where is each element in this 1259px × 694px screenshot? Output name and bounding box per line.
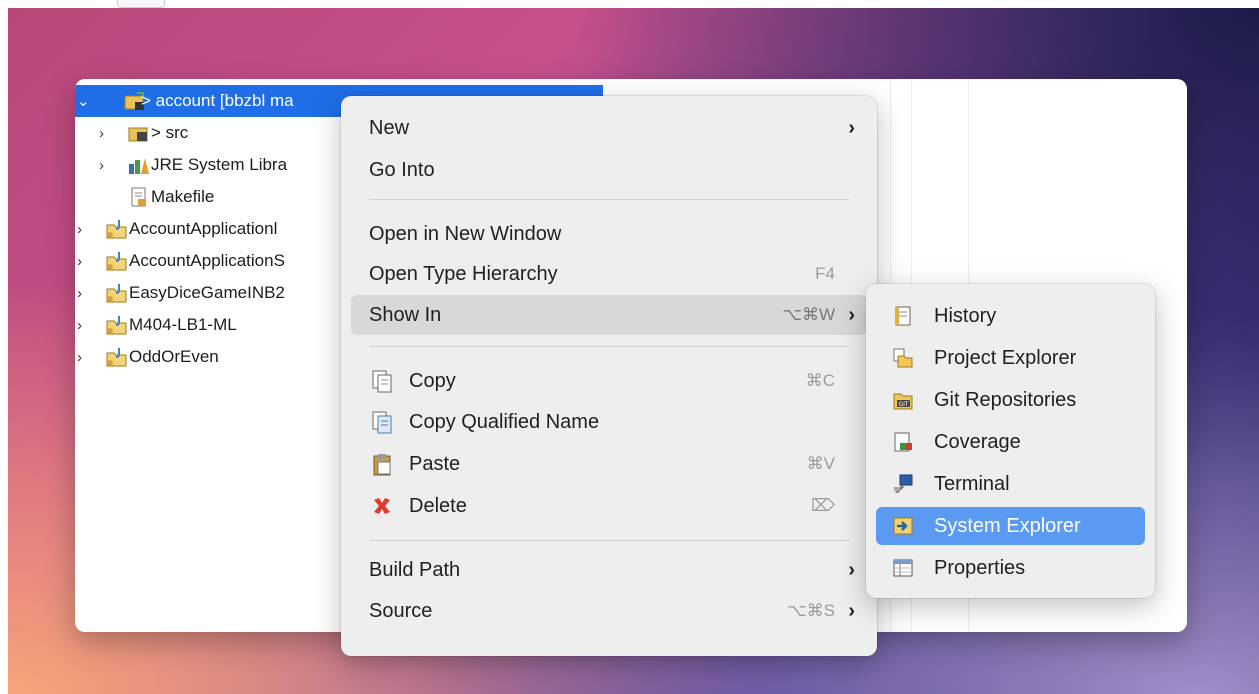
menu-item-open-type-hierarchy[interactable]: Open Type Hierarchy F4 bbox=[351, 254, 867, 294]
show-in-submenu: History Project Explorer GIT Git Reposit… bbox=[866, 284, 1155, 598]
menu-separator bbox=[369, 346, 849, 347]
menu-item-copy[interactable]: Copy ⌘C bbox=[351, 361, 867, 401]
menu-item-build-path[interactable]: Build Path › bbox=[351, 550, 867, 590]
submenu-item-label: History bbox=[934, 304, 997, 327]
menu-item-label: Delete bbox=[409, 494, 467, 517]
menu-separator bbox=[369, 540, 849, 541]
menu-separator bbox=[369, 199, 849, 200]
tree-row-label: JRE System Libra bbox=[151, 155, 288, 174]
submenu-item-coverage[interactable]: Coverage bbox=[876, 423, 1145, 461]
menu-item-label: Copy Qualified Name bbox=[409, 410, 600, 433]
top-strip bbox=[0, 0, 1259, 8]
properties-icon bbox=[890, 555, 916, 581]
menu-item-open-new-window[interactable]: Open in New Window bbox=[351, 214, 867, 254]
submenu-item-project-explorer[interactable]: Project Explorer bbox=[876, 339, 1145, 377]
tree-row-label: > src bbox=[151, 123, 189, 142]
menu-item-copy-qualified-name[interactable]: Copy Qualified Name bbox=[351, 402, 867, 442]
copy-qualified-icon bbox=[369, 409, 395, 435]
tree-row-label: EasyDiceGameINB2 bbox=[129, 283, 285, 302]
library-icon bbox=[127, 154, 151, 176]
menu-item-label: New bbox=[369, 116, 410, 139]
menu-item-delete[interactable]: Delete ⌦ bbox=[351, 486, 867, 526]
menu-item-label: Source bbox=[369, 599, 433, 622]
shortcut-label: ⌦ bbox=[810, 496, 835, 515]
terminal-icon bbox=[890, 471, 916, 497]
chevron-right-icon[interactable]: › bbox=[99, 157, 104, 174]
submenu-item-system-explorer[interactable]: System Explorer bbox=[876, 507, 1145, 545]
menu-item-show-in[interactable]: Show In ⌥⌘W › bbox=[351, 295, 867, 335]
svg-text:GIT: GIT bbox=[899, 401, 909, 408]
java-project-icon bbox=[105, 282, 129, 304]
chevron-right-icon[interactable]: › bbox=[77, 349, 82, 366]
tree-row-label: AccountApplicationS bbox=[129, 251, 285, 270]
java-project-icon bbox=[105, 218, 129, 240]
tree-row-label: OddOrEven bbox=[129, 347, 219, 366]
java-project-icon bbox=[105, 250, 129, 272]
submenu-item-label: Properties bbox=[934, 556, 1026, 579]
project-explorer-icon bbox=[890, 345, 916, 371]
tree-row-label: M404-LB1-ML bbox=[129, 315, 237, 334]
shortcut-label: F4 bbox=[815, 264, 835, 283]
delete-icon bbox=[369, 493, 395, 519]
paste-icon bbox=[369, 451, 395, 477]
chevron-right-icon: › bbox=[848, 558, 855, 581]
shortcut-label: ⌥⌘W bbox=[782, 305, 835, 324]
chevron-right-icon: › bbox=[848, 599, 855, 622]
menu-item-source[interactable]: Source ⌥⌘S › bbox=[351, 591, 867, 631]
chevron-right-icon[interactable]: › bbox=[77, 317, 82, 334]
java-project-icon bbox=[105, 346, 129, 368]
chevron-right-icon[interactable]: › bbox=[77, 221, 82, 238]
menu-item-label: Go Into bbox=[369, 158, 435, 181]
context-menu: New › Go Into Open in New Window Open Ty… bbox=[341, 96, 877, 656]
menu-item-label: Paste bbox=[409, 452, 461, 475]
menu-item-label: Build Path bbox=[369, 558, 461, 581]
submenu-item-terminal[interactable]: Terminal bbox=[876, 465, 1145, 503]
chevron-down-icon[interactable]: ⌄ bbox=[77, 92, 90, 110]
copy-icon bbox=[369, 368, 395, 394]
tree-row-label: > account [bbzbl ma bbox=[141, 91, 294, 110]
coverage-icon bbox=[890, 429, 916, 455]
menu-item-label: Copy bbox=[409, 369, 456, 392]
key-cap bbox=[117, 0, 165, 8]
submenu-item-label: Coverage bbox=[934, 430, 1021, 453]
history-icon bbox=[890, 303, 916, 329]
tree-row-label: Makefile bbox=[151, 187, 215, 206]
submenu-item-properties[interactable]: Properties bbox=[876, 549, 1145, 587]
chevron-right-icon[interactable]: › bbox=[77, 253, 82, 270]
chevron-right-icon[interactable]: › bbox=[77, 285, 82, 302]
menu-item-paste[interactable]: Paste ⌘V bbox=[351, 444, 867, 484]
system-explorer-icon bbox=[890, 513, 916, 539]
tree-row-label: AccountApplicationl bbox=[129, 219, 278, 238]
menu-item-new[interactable]: New › bbox=[351, 108, 867, 148]
menu-item-go-into[interactable]: Go Into bbox=[351, 150, 867, 190]
menu-item-label: Open Type Hierarchy bbox=[369, 262, 558, 285]
file-icon bbox=[127, 186, 151, 208]
package-folder-icon bbox=[127, 122, 151, 144]
java-project-icon bbox=[105, 314, 129, 336]
shortcut-label: ⌥⌘S bbox=[787, 601, 835, 620]
submenu-item-label: Project Explorer bbox=[934, 346, 1077, 369]
shortcut-label: ⌘C bbox=[805, 371, 835, 390]
chevron-right-icon: › bbox=[848, 116, 855, 139]
menu-item-label: Show In bbox=[369, 303, 442, 326]
shortcut-label: ⌘V bbox=[806, 454, 835, 473]
submenu-item-history[interactable]: History bbox=[876, 297, 1145, 335]
chevron-right-icon: › bbox=[848, 303, 855, 326]
submenu-item-label: Terminal bbox=[934, 472, 1010, 495]
chevron-right-icon[interactable]: › bbox=[99, 125, 104, 142]
menu-item-label: Open in New Window bbox=[369, 222, 562, 245]
git-repositories-icon: GIT bbox=[890, 387, 916, 413]
submenu-item-label: System Explorer bbox=[934, 514, 1081, 537]
submenu-item-git-repositories[interactable]: GIT Git Repositories bbox=[876, 381, 1145, 419]
submenu-item-label: Git Repositories bbox=[934, 388, 1077, 411]
